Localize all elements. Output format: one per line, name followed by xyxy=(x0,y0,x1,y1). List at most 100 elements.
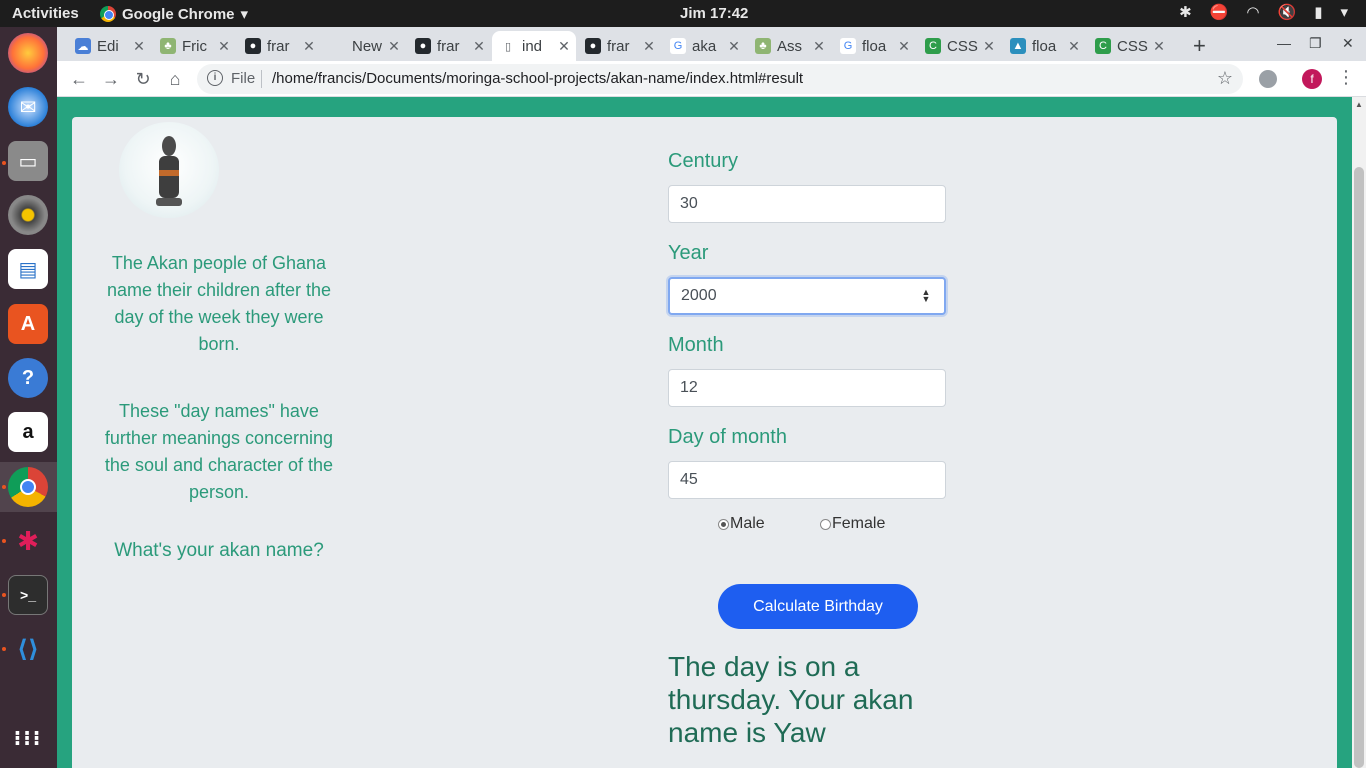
tab-10[interactable]: Gfloa ✕ xyxy=(832,31,916,61)
firefox-icon[interactable] xyxy=(8,33,48,73)
chevron-down-icon[interactable]: ▾ xyxy=(1340,3,1348,21)
system-tray[interactable]: ✱ ⛔ ◠ 🔇 ▮ ▾ xyxy=(1179,3,1348,21)
month-label: Month xyxy=(668,334,724,356)
show-applications-icon[interactable]: ⁝⁝⁝ xyxy=(8,719,48,759)
extension-icon[interactable] xyxy=(1259,70,1277,88)
tab-label: Ass xyxy=(777,37,803,55)
amazon-icon[interactable]: a xyxy=(8,412,48,452)
tab-close-icon[interactable]: ✕ xyxy=(726,38,742,55)
tab-2[interactable]: ♣ Fric ✕ xyxy=(152,31,236,61)
github-icon: ● xyxy=(245,38,261,54)
profile-avatar[interactable]: f xyxy=(1302,69,1322,89)
page-scrollbar[interactable]: ▲ xyxy=(1352,97,1366,768)
statue-body xyxy=(159,156,179,198)
tab-label: Edi xyxy=(97,37,119,55)
do-not-disturb-icon[interactable]: ⛔ xyxy=(1210,3,1229,21)
gender-male-radio[interactable]: Male xyxy=(718,515,765,533)
thunderbird-icon[interactable]: ✉ xyxy=(8,87,48,127)
github-icon: ● xyxy=(415,38,431,54)
tab-close-icon[interactable]: ✕ xyxy=(981,38,997,55)
akan-statue-image xyxy=(119,122,219,218)
male-radio-dot[interactable] xyxy=(718,518,729,530)
tab-1[interactable]: ☁ Edi ✕ xyxy=(67,31,151,61)
tab-label: CSS xyxy=(1117,37,1148,55)
writer-icon[interactable]: ▤ xyxy=(8,249,48,289)
tab-close-icon[interactable]: ✕ xyxy=(896,38,912,55)
tab-close-icon[interactable]: ✕ xyxy=(301,38,317,55)
volume-icon[interactable]: 🔇 xyxy=(1278,3,1297,21)
tab-close-icon[interactable]: ✕ xyxy=(386,38,402,55)
info-icon[interactable]: i xyxy=(207,70,223,86)
rhythmbox-icon[interactable] xyxy=(8,195,48,235)
chrome-icon xyxy=(100,6,116,22)
app-menu[interactable]: Google Chrome ▾ xyxy=(100,5,248,23)
tab-3[interactable]: ● frar ✕ xyxy=(237,31,321,61)
tab-label: floa xyxy=(1032,37,1057,55)
minimize-button[interactable]: — xyxy=(1277,35,1291,51)
tab-close-icon[interactable]: ✕ xyxy=(556,38,572,55)
tab-strip: ☁Edi✕♣Fric✕●frar✕New Ta✕●frar✕▯ind✕●frar… xyxy=(57,27,1366,61)
scrollbar-thumb[interactable] xyxy=(1354,167,1364,768)
slack-tray-icon[interactable]: ✱ xyxy=(1179,3,1192,21)
activities-button[interactable]: Activities xyxy=(12,5,79,22)
vscode-icon[interactable]: ⟨⟩ xyxy=(8,629,48,669)
year-input[interactable] xyxy=(668,277,946,315)
url-text[interactable]: /home/francis/Documents/moringa-school-p… xyxy=(272,70,803,87)
tab-close-icon[interactable]: ✕ xyxy=(641,38,657,55)
close-window-button[interactable]: ✕ xyxy=(1342,35,1354,52)
terminal-icon[interactable]: >_ xyxy=(8,575,48,615)
year-spinner[interactable]: ▲ ▼ xyxy=(921,288,931,304)
tab-close-icon[interactable]: ✕ xyxy=(131,38,147,55)
url-scheme: File xyxy=(231,70,256,87)
reload-button[interactable]: ↻ xyxy=(131,67,155,91)
tab-close-icon[interactable]: ✕ xyxy=(811,38,827,55)
tree-icon: ♣ xyxy=(160,38,176,54)
new-tab-button[interactable]: + xyxy=(1193,33,1206,59)
female-radio-dot[interactable] xyxy=(820,518,831,530)
address-bar[interactable]: i File /home/francis/Documents/moringa-s… xyxy=(197,64,1243,94)
help-icon[interactable]: ? xyxy=(8,358,48,398)
month-input[interactable] xyxy=(668,369,946,407)
day-of-month-input[interactable] xyxy=(668,461,946,499)
running-indicator xyxy=(2,593,6,597)
forward-button[interactable]: → xyxy=(99,67,123,91)
battery-icon[interactable]: ▮ xyxy=(1314,3,1322,21)
tab-label: New Ta xyxy=(352,37,386,55)
bookmark-star-icon[interactable]: ☆ xyxy=(1217,68,1233,89)
tab-9[interactable]: ♣ Ass ✕ xyxy=(747,31,831,61)
file-icon: ▯ xyxy=(500,38,516,54)
blank-favicon xyxy=(330,38,346,54)
calculate-birthday-button[interactable]: Calculate Birthday xyxy=(718,584,918,629)
tab-7[interactable]: ● frar ✕ xyxy=(577,31,661,61)
software-center-icon[interactable]: A xyxy=(8,304,48,344)
tab-close-icon[interactable]: ✕ xyxy=(1151,38,1167,55)
app-menu-label: Google Chrome xyxy=(122,5,235,23)
tab-4[interactable]: New Ta✕ xyxy=(322,31,406,61)
tab-close-icon[interactable]: ✕ xyxy=(216,38,232,55)
back-button[interactable]: ← xyxy=(67,67,91,91)
tab-label: frar xyxy=(437,37,460,55)
running-indicator xyxy=(2,161,6,165)
tab-5[interactable]: ● frar ✕ xyxy=(407,31,491,61)
gender-female-radio[interactable]: Female xyxy=(820,515,885,533)
menu-kebab-icon[interactable]: ⋮ xyxy=(1337,67,1355,88)
clock[interactable]: Jim 17:42 xyxy=(680,5,748,22)
tab-11[interactable]: C CSS ✕ xyxy=(917,31,1001,61)
tab-close-icon[interactable]: ✕ xyxy=(471,38,487,55)
slack-icon[interactable]: ✱ xyxy=(8,521,48,561)
files-icon[interactable]: ▭ xyxy=(8,141,48,181)
tab-label: frar xyxy=(607,37,630,55)
tab-8[interactable]: Gaka ✕ xyxy=(662,31,746,61)
tab-6[interactable]: ▯ ind ✕ xyxy=(492,31,576,61)
century-input[interactable] xyxy=(668,185,946,223)
tab-12[interactable]: ▲ floa ✕ xyxy=(1002,31,1086,61)
scroll-up-arrow-icon[interactable]: ▲ xyxy=(1355,100,1363,109)
tab-13[interactable]: C CSS ✕ xyxy=(1087,31,1171,61)
chrome-icon[interactable] xyxy=(8,467,48,507)
wifi-icon[interactable]: ◠ xyxy=(1246,3,1259,21)
home-button[interactable]: ⌂ xyxy=(163,67,187,91)
running-indicator xyxy=(2,485,6,489)
statue-head xyxy=(162,136,176,156)
restore-button[interactable]: ❐ xyxy=(1309,35,1322,52)
tab-close-icon[interactable]: ✕ xyxy=(1066,38,1082,55)
